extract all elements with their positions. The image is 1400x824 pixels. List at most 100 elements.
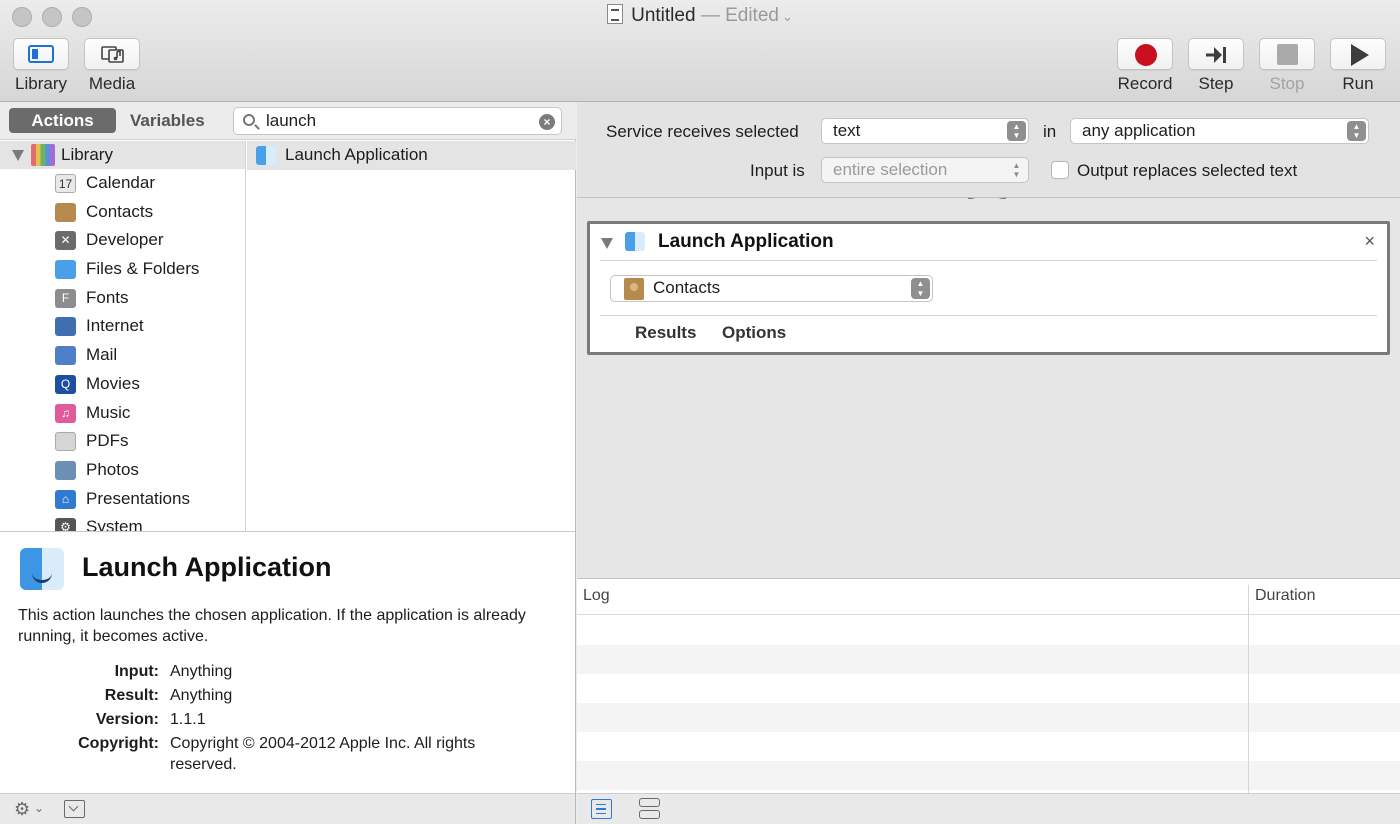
disclosure-triangle-icon[interactable] — [12, 150, 24, 161]
finder-icon — [256, 146, 276, 165]
input-is-select[interactable]: entire selection ▲ ▼ — [821, 157, 1029, 183]
field-value: 1.1.1 — [170, 711, 206, 728]
popup-arrows-icon: ▲ ▼ — [1007, 121, 1026, 141]
toggle-description-button[interactable] — [64, 800, 85, 818]
output-replaces-label: Output replaces selected text — [1077, 161, 1298, 180]
action-description: Launch Application This action launches … — [0, 531, 575, 793]
tree-item-mail[interactable]: Mail — [0, 341, 245, 370]
chevron-down-icon[interactable]: ⌄ — [34, 801, 44, 815]
tree-item-movies[interactable]: Q Movies — [0, 370, 245, 399]
service-receives-label: Service receives selected — [606, 122, 799, 141]
tree-item-music[interactable]: ♫ Music — [0, 399, 245, 428]
library-pane: Actions Variables × Library 17 Calendar Co… — [0, 102, 576, 824]
workflow-area[interactable]: Launch Application × Contacts ▲ ▼ Result… — [577, 199, 1400, 578]
music-icon: ♫ — [55, 403, 76, 423]
search-field[interactable]: × — [233, 107, 562, 135]
tab-results[interactable]: Results — [635, 323, 696, 343]
title-bar: Untitled — Edited ⌄ Library Media Record … — [0, 0, 1400, 102]
tree-item-label: Developer — [86, 230, 164, 250]
log-table[interactable]: Log Duration — [577, 578, 1400, 794]
tab-options[interactable]: Options — [722, 323, 786, 343]
sidebar-icon — [28, 45, 54, 63]
tree-item-presentations[interactable]: ⌂ Presentations — [0, 485, 245, 514]
description-text: This action launches the chosen applicat… — [18, 607, 526, 645]
window-title[interactable]: Untitled — Edited ⌄ — [0, 4, 1400, 27]
in-label: in — [1043, 122, 1057, 141]
result-launch-application[interactable]: Launch Application — [247, 141, 576, 170]
tree-item-files-folders[interactable]: Files & Folders — [0, 255, 245, 284]
application-picker[interactable]: Contacts ▲ ▼ — [610, 275, 933, 302]
action-results-list[interactable]: Launch Application — [247, 141, 576, 531]
action-launch-application[interactable]: Launch Application × Contacts ▲ ▼ Result… — [587, 221, 1390, 355]
finder-icon — [20, 548, 64, 590]
tree-item-label: Internet — [86, 316, 144, 336]
calendar-icon: 17 — [55, 174, 76, 193]
input-is-label: Input is — [750, 161, 805, 180]
tree-item-contacts[interactable]: Contacts — [0, 198, 245, 227]
popup-arrows-icon: ▲ ▼ — [1012, 161, 1021, 179]
search-input[interactable] — [266, 110, 526, 132]
gear-icon[interactable]: ⚙ — [14, 799, 30, 820]
system-icon: ⚙ — [55, 518, 76, 531]
field-value: Copyright © 2004-2012 Apple Inc. All rig… — [170, 735, 476, 773]
mail-icon — [55, 346, 76, 366]
run-button[interactable] — [1330, 38, 1386, 70]
tree-item-developer[interactable]: ✕ Developer — [0, 226, 245, 255]
fonts-icon: F — [55, 288, 76, 308]
collapse-triangle-icon[interactable] — [601, 238, 613, 249]
pdf-icon — [55, 432, 76, 452]
tree-item-system[interactable]: ⚙ System — [0, 513, 245, 531]
tree-item-pdfs[interactable]: PDFs — [0, 427, 245, 456]
step-icon — [1206, 47, 1226, 63]
tree-item-fonts[interactable]: F Fonts — [0, 284, 245, 313]
stop-label: Stop — [1269, 74, 1305, 93]
search-icon — [243, 114, 255, 126]
tree-item-label: Files & Folders — [86, 259, 200, 279]
library-folder-icon — [31, 144, 55, 166]
stop-button[interactable] — [1259, 38, 1315, 70]
column-duration[interactable]: Duration — [1255, 587, 1315, 605]
log-header: Log Duration — [577, 579, 1400, 615]
tab-variables[interactable]: Variables — [130, 108, 205, 133]
field-value: Anything — [170, 687, 233, 704]
tree-item-label: Presentations — [86, 488, 190, 508]
log-row — [577, 645, 1400, 674]
field-key: Copyright: — [78, 735, 159, 752]
globe-icon — [55, 317, 76, 337]
record-button[interactable] — [1117, 38, 1173, 70]
log-row — [577, 703, 1400, 732]
column-log[interactable]: Log — [583, 587, 610, 605]
step-button[interactable] — [1188, 38, 1244, 70]
tree-item-calendar[interactable]: 17 Calendar — [0, 169, 245, 198]
step-label: Step — [1198, 74, 1234, 93]
tree-item-label: Music — [86, 402, 131, 422]
field-key: Version: — [95, 711, 159, 728]
edited-status: — Edited — [700, 5, 779, 26]
keynote-icon: ⌂ — [55, 489, 76, 509]
clear-search-icon[interactable]: × — [539, 114, 555, 130]
application-select[interactable]: any application ▲ ▼ — [1070, 118, 1369, 144]
tab-actions[interactable]: Actions — [9, 108, 116, 133]
list-view-icon[interactable] — [591, 799, 612, 819]
result-label: Launch Application — [285, 145, 428, 164]
application-picker-value: Contacts — [653, 278, 721, 297]
tree-item-internet[interactable]: Internet — [0, 312, 245, 341]
flow-view-icon[interactable] — [639, 798, 660, 820]
output-replaces-checkbox[interactable] — [1051, 161, 1069, 179]
media-button[interactable] — [84, 38, 140, 70]
photos-icon — [55, 460, 76, 480]
field-value: Anything — [170, 663, 233, 680]
column-divider[interactable] — [1248, 585, 1249, 794]
library-button[interactable] — [13, 38, 69, 70]
receives-type-select[interactable]: text ▲ ▼ — [821, 118, 1029, 144]
quicktime-icon: Q — [55, 374, 76, 394]
divider — [600, 260, 1377, 261]
library-header: Actions Variables × — [0, 102, 576, 140]
close-icon[interactable]: × — [1364, 231, 1375, 252]
log-row — [577, 761, 1400, 790]
tree-item-photos[interactable]: Photos — [0, 456, 245, 485]
tree-item-library[interactable]: Library — [0, 141, 245, 169]
tools-icon: ✕ — [55, 231, 76, 251]
input-is-value: entire selection — [833, 160, 948, 179]
library-tree[interactable]: Library 17 Calendar Contacts ✕ Developer File… — [0, 141, 246, 531]
